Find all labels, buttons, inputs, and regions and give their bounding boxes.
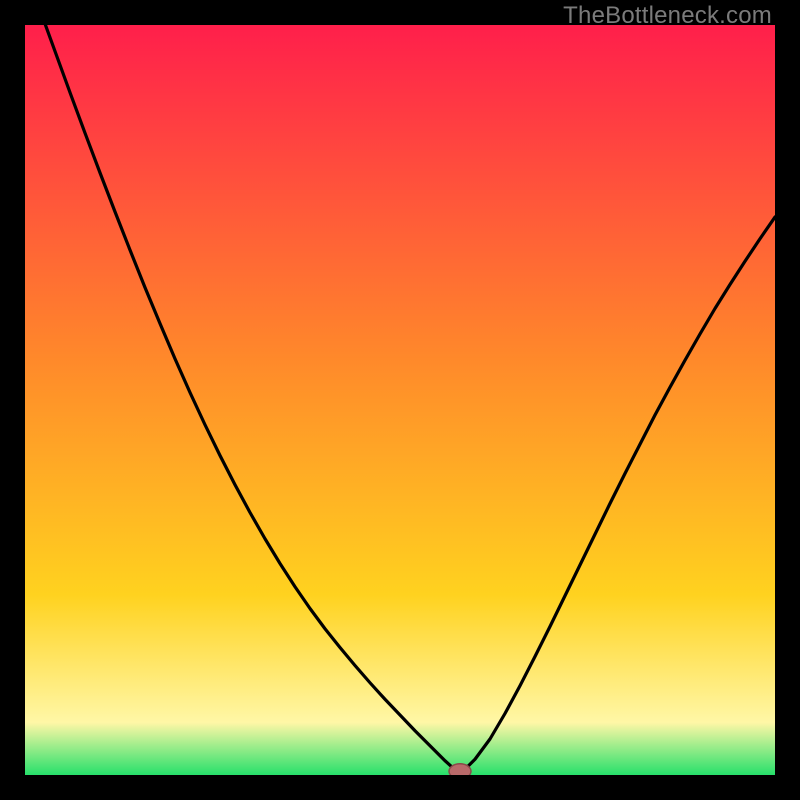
optimal-point-marker (449, 764, 471, 775)
chart-frame (25, 25, 775, 775)
bottleneck-chart (25, 25, 775, 775)
